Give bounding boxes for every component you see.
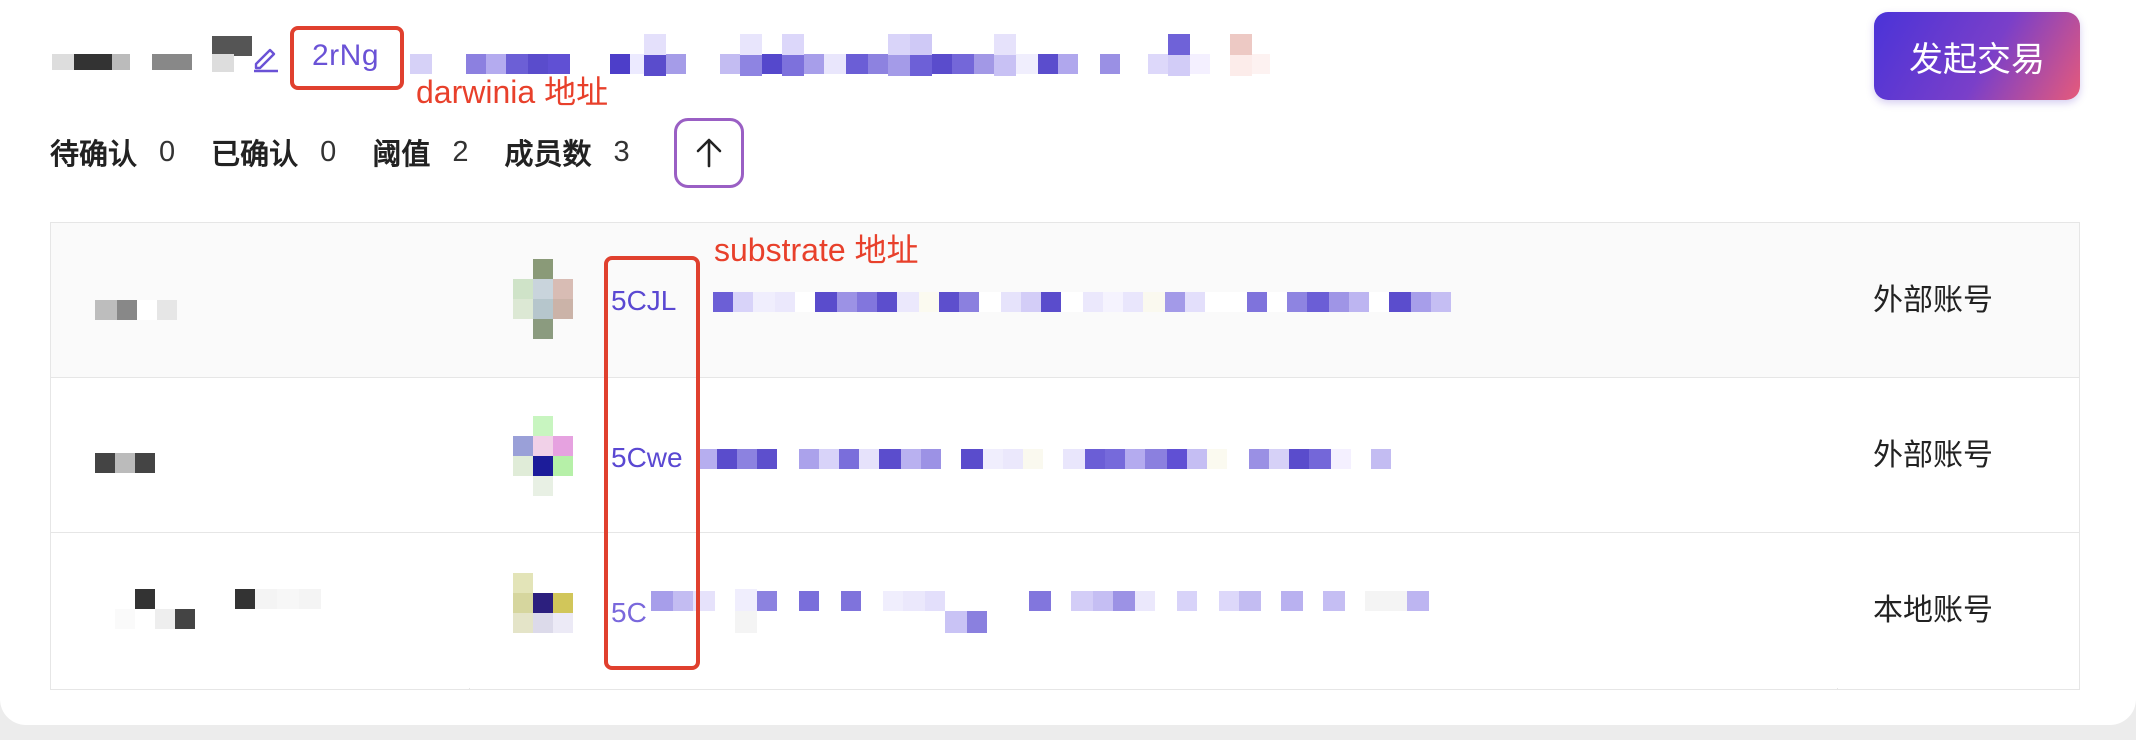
- stat-confirmed-label: 已确认: [211, 139, 299, 171]
- member-address[interactable]: 5C: [611, 595, 647, 631]
- account-type: 外部账号: [1873, 284, 1993, 317]
- stat-members-value: 3: [613, 135, 630, 168]
- member-address-redacted: [713, 285, 1451, 319]
- stat-threshold-value: 2: [452, 135, 469, 168]
- stat-members: 成员数 3: [504, 131, 629, 173]
- member-avatar: [513, 573, 573, 653]
- stat-pending-value: 0: [159, 135, 176, 168]
- members-table: 5CJL 外部账号 5Cwe 外部账号 5C 本地账号: [50, 222, 2080, 690]
- member-address-redacted: [697, 442, 1391, 476]
- substrate-annotation-label: substrate 地址: [714, 232, 919, 268]
- member-avatar: [513, 416, 573, 496]
- stat-members-label: 成员数: [504, 139, 592, 171]
- stat-pending: 待确认 0: [50, 131, 175, 173]
- initiate-transaction-button[interactable]: 发起交易: [1874, 12, 2080, 100]
- member-name-redacted: [95, 295, 177, 325]
- table-row[interactable]: 5Cwe 外部账号: [51, 378, 2079, 533]
- member-name-redacted: [95, 448, 155, 478]
- wallet-name-redacted: [52, 34, 252, 74]
- member-avatar: [513, 259, 573, 339]
- table-row[interactable]: 5C 本地账号: [51, 533, 2079, 688]
- pencil-icon[interactable]: [250, 42, 282, 74]
- collapse-toggle-button[interactable]: [674, 118, 744, 188]
- darwinia-short-address[interactable]: 2rNg: [312, 36, 379, 76]
- wallet-stats: 待确认 0 已确认 0 阈值 2 成员数 3: [50, 130, 666, 174]
- member-address[interactable]: 5CJL: [611, 283, 676, 319]
- stat-confirmed-value: 0: [320, 135, 337, 168]
- stat-threshold-label: 阈值: [372, 139, 431, 171]
- table-row[interactable]: 5CJL 外部账号: [51, 223, 2079, 378]
- member-address[interactable]: 5Cwe: [611, 440, 683, 476]
- account-type: 外部账号: [1873, 439, 1993, 472]
- darwinia-address-redacted: [410, 34, 1270, 76]
- arrow-up-icon: [696, 138, 722, 168]
- stat-threshold: 阈值 2: [372, 131, 468, 173]
- member-name-redacted: [115, 589, 321, 629]
- member-address-redacted: [651, 589, 1429, 633]
- stat-confirmed: 已确认 0: [211, 131, 336, 173]
- account-type: 本地账号: [1873, 594, 1993, 627]
- stat-pending-label: 待确认: [50, 139, 138, 171]
- darwinia-annotation-label: darwinia 地址: [416, 74, 609, 110]
- multisig-wallet-card: 2rNg darwinia 地址 发起交易 待确认 0 已确认 0 阈值 2 成…: [0, 0, 2136, 725]
